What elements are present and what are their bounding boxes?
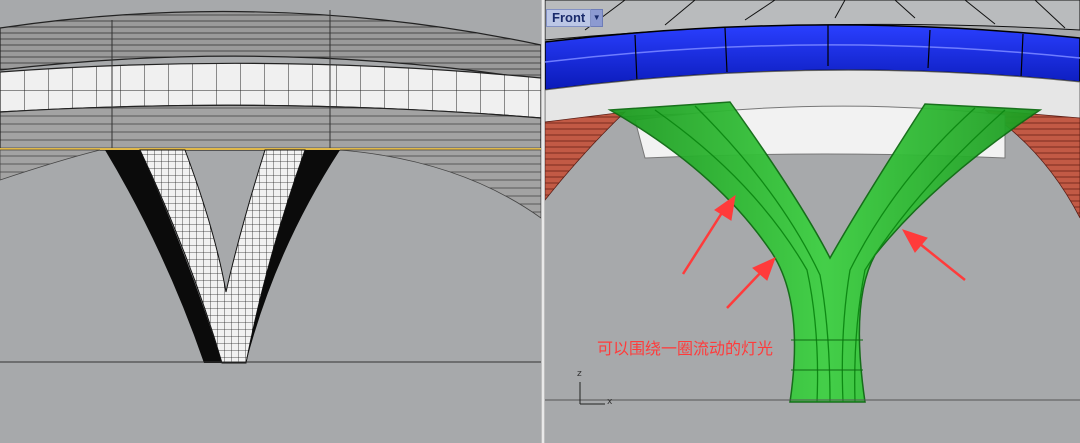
viewport-title-tab[interactable]: Front ▼ [546, 9, 604, 27]
chevron-down-icon[interactable]: ▼ [591, 9, 604, 27]
left-brick-dome [545, 111, 627, 201]
axis-x-label: x [607, 397, 613, 407]
left-viewport-canvas[interactable] [0, 0, 541, 443]
right-viewport[interactable]: Front ▼ z x [545, 0, 1080, 443]
right-viewport-canvas[interactable] [545, 0, 1080, 443]
annotation-text: 可以围绕一圈流动的灯光 [597, 341, 774, 358]
left-viewport[interactable] [0, 0, 541, 443]
axis-gizmo [579, 382, 605, 405]
axis-z-label: z [577, 369, 582, 379]
right-dome-mesh [339, 149, 541, 219]
canopy-lower-band [0, 104, 541, 151]
left-dome-mesh [0, 149, 101, 181]
viewport-name[interactable]: Front [546, 9, 592, 27]
